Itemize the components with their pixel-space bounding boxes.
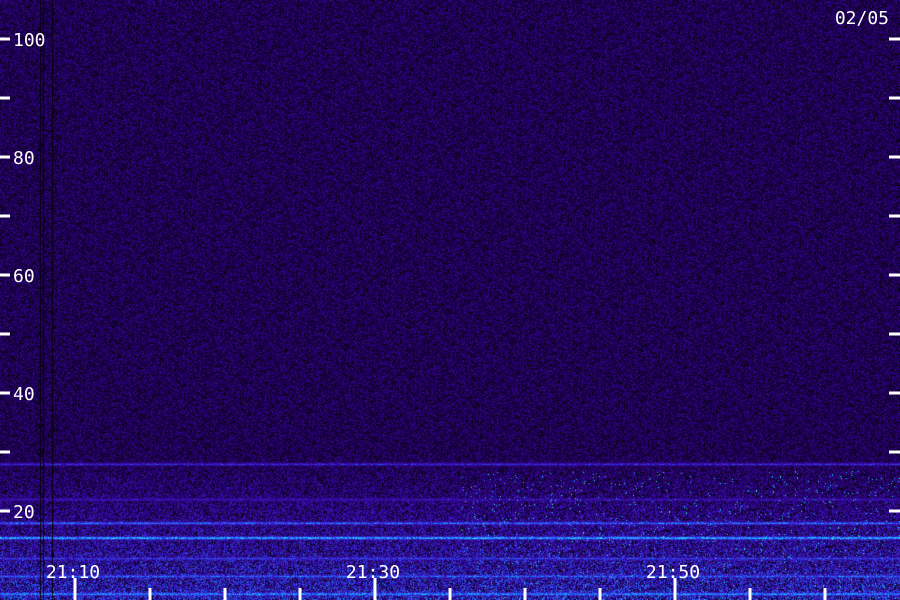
date-label: 02/05	[835, 8, 889, 29]
y-axis: 20 40 60 80 100	[0, 30, 900, 523]
y-tick-label-60: 60	[13, 266, 35, 287]
y-tick-label-100: 100	[13, 30, 46, 51]
axes-overlay: 20 40 60 80 100 21:10 21:30 21:50 02/05	[0, 8, 900, 600]
x-tick-label-0: 21:10	[46, 562, 100, 583]
y-tick-label-80: 80	[13, 148, 35, 169]
x-tick-label-1: 21:30	[346, 562, 400, 583]
x-axis: 21:10 21:30 21:50	[46, 562, 827, 600]
spectrogram-panel: 20 40 60 80 100 21:10 21:30 21:50 02/05	[0, 0, 900, 600]
x-tick-label-2: 21:50	[646, 562, 700, 583]
y-tick-label-20: 20	[13, 502, 35, 523]
y-tick-label-40: 40	[13, 384, 35, 405]
